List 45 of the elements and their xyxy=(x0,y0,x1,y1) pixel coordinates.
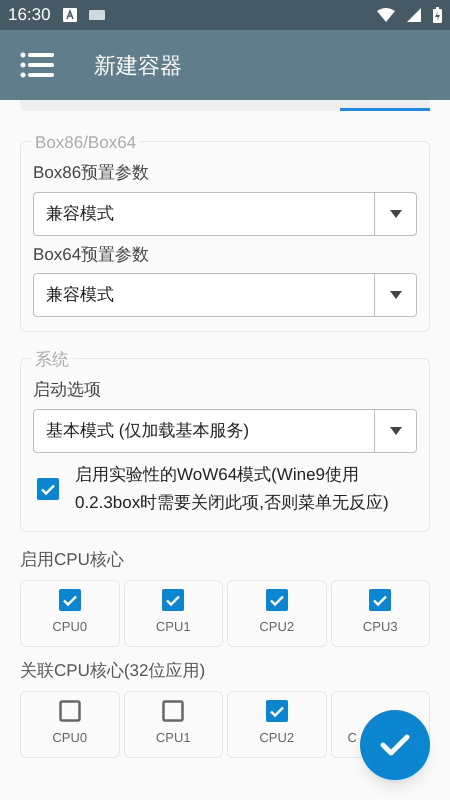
checkbox[interactable] xyxy=(162,589,184,612)
cpu-card[interactable]: CPU3 xyxy=(330,580,430,646)
checkbox[interactable] xyxy=(266,589,288,612)
checkbox[interactable] xyxy=(369,589,392,612)
field-label: 启动选项 xyxy=(33,379,102,401)
checkbox[interactable] xyxy=(266,700,288,722)
field-label: Box86预置参数 xyxy=(33,162,150,184)
cpu-card[interactable]: CPU0 xyxy=(20,580,120,646)
wifi-icon xyxy=(377,8,395,22)
dropdown[interactable]: 兼容模式 xyxy=(33,192,417,236)
status-time: 16:30 xyxy=(8,4,51,26)
group-title: 启用CPU核心 xyxy=(20,548,125,571)
cpu-card[interactable]: CPU2 xyxy=(227,690,326,758)
app-title: 新建容器 xyxy=(94,52,182,80)
field-label: Box64预置参数 xyxy=(33,244,150,266)
cpu-label: CPU0 xyxy=(52,729,88,748)
menu-icon[interactable] xyxy=(20,52,54,78)
battery-icon xyxy=(433,7,442,23)
cpu-label: CPU2 xyxy=(259,729,294,748)
check-icon xyxy=(380,734,410,756)
checkbox[interactable] xyxy=(58,700,81,722)
dropdown-value: 兼容模式 xyxy=(45,284,115,306)
group-title: 关联CPU核心(32位应用) xyxy=(20,660,206,682)
cpu-label: C xyxy=(348,729,357,748)
checkbox[interactable] xyxy=(162,700,184,722)
cpu-label: CPU0 xyxy=(52,618,88,636)
caret-icon xyxy=(390,291,402,299)
checkbox[interactable] xyxy=(58,589,81,612)
cpu-label: CPU2 xyxy=(259,618,294,636)
cpu-card[interactable]: CPU0 xyxy=(20,690,120,758)
checkbox[interactable] xyxy=(37,478,59,500)
dropdown[interactable]: 兼容模式 xyxy=(33,273,417,317)
cpu-label: CPU1 xyxy=(156,618,191,636)
signal-icon xyxy=(407,8,421,22)
caret-icon xyxy=(390,426,402,434)
checkbox-label: 启用实验性的WoW64模式(Wine9使用0.2.3box时需要关闭此项,否则菜单无反应) xyxy=(75,464,390,514)
caret-icon xyxy=(390,210,402,218)
cpu-card[interactable]: CPU1 xyxy=(124,690,223,758)
cpu-card[interactable]: CPU1 xyxy=(124,580,223,646)
dropdown-value: 基本模式 (仅加载基本服务) xyxy=(45,420,250,442)
cpu-card[interactable]: CPU2 xyxy=(227,580,326,646)
dropdown[interactable]: 基本模式 (仅加载基本服务) xyxy=(33,408,417,452)
cpu-label: CPU1 xyxy=(156,729,191,748)
dropdown-value: 兼容模式 xyxy=(45,202,115,225)
cpu-label: CPU3 xyxy=(362,618,398,636)
